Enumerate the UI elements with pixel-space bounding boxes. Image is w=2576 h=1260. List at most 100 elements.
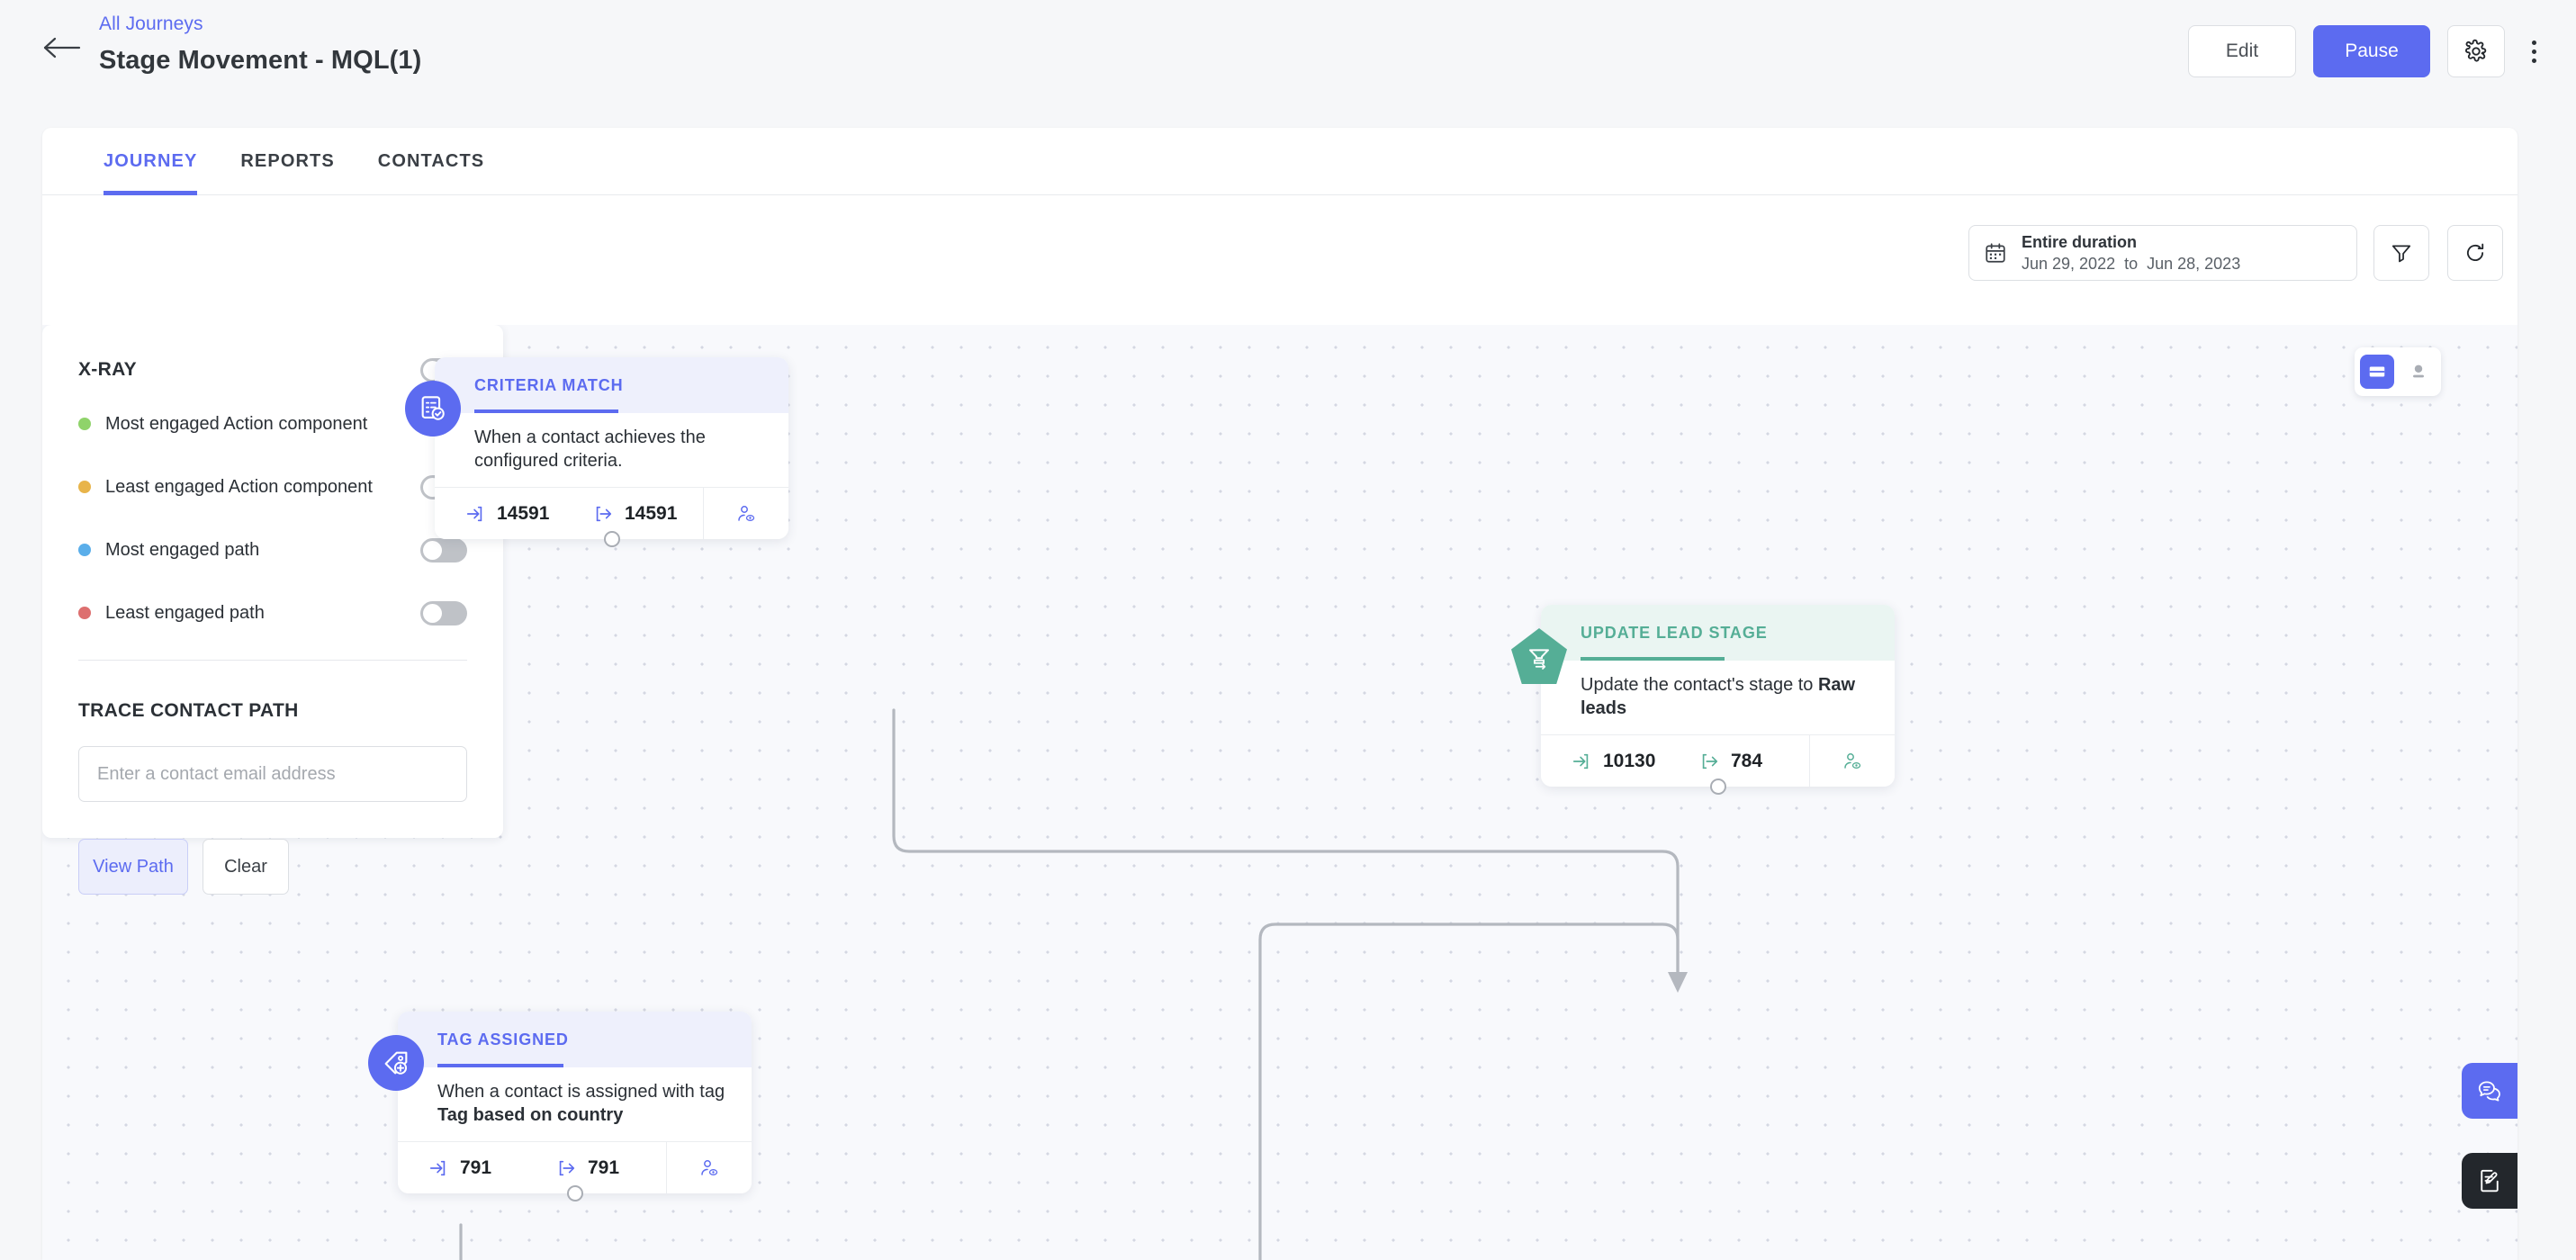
node-output-port[interactable] <box>1709 778 1726 795</box>
note-edit-icon <box>2481 1169 2499 1192</box>
stat-exited: 784 <box>1674 735 1809 787</box>
stat-entered: 791 <box>398 1142 531 1193</box>
node-update-lead-stage[interactable]: UPDATE LEAD STAGE Update the contact's s… <box>1511 605 1895 795</box>
chat-bubbles-icon <box>2478 1081 2500 1102</box>
node-title: UPDATE LEAD STAGE <box>1581 623 1768 642</box>
node-description: Update the contact's stage to Raw leads <box>1541 661 1895 734</box>
stat-exited: 14591 <box>568 488 703 539</box>
pause-button[interactable]: Pause <box>2313 25 2430 77</box>
xray-option-label: Least engaged Action component <box>105 476 373 497</box>
node-criteria-match[interactable]: CRITERIA MATCH When a contact achieves t… <box>405 357 788 547</box>
notes-button[interactable] <box>2462 1153 2517 1209</box>
stat-entered-value: 10130 <box>1603 750 1656 771</box>
journey-canvas[interactable]: X-RAY Most engaged Action component Leas… <box>42 325 2517 1260</box>
tab-contacts[interactable]: CONTACTS <box>378 128 484 195</box>
arrow-left-icon <box>43 37 81 58</box>
stat-exited-value: 791 <box>588 1156 620 1178</box>
arrow-enter-icon <box>466 506 482 521</box>
xray-option-label: Least engaged path <box>105 602 265 623</box>
tab-bar: JOURNEY REPORTS CONTACTS <box>42 128 2517 195</box>
person-view-icon <box>2413 364 2424 378</box>
stat-exited-value: 784 <box>1731 750 1763 771</box>
arrow-exit-icon <box>1702 753 1718 769</box>
stat-entered: 10130 <box>1541 735 1674 787</box>
checklist-check-icon <box>421 396 445 420</box>
gear-icon <box>2465 39 2487 62</box>
node-description: When a contact is assigned with tag Tag … <box>398 1067 752 1141</box>
legend-dot-green <box>78 418 91 430</box>
view-contacts-button[interactable] <box>1809 735 1895 787</box>
node-tag-assigned[interactable]: TAG ASSIGNED When a contact is assigned … <box>368 1012 752 1202</box>
legend-dot-yellow <box>78 481 91 493</box>
xray-toggle-most-engaged-path[interactable] <box>420 537 467 562</box>
more-options-button[interactable] <box>2518 25 2549 77</box>
xray-options: Most engaged Action component Least enga… <box>78 408 467 629</box>
user-eye-icon <box>738 505 755 521</box>
view-contacts-button[interactable] <box>666 1142 752 1193</box>
clear-button[interactable]: Clear <box>203 839 289 895</box>
settings-button[interactable] <box>2447 25 2505 77</box>
user-eye-icon <box>701 1159 718 1175</box>
card-view-icon <box>2369 366 2385 377</box>
card-view-button[interactable] <box>2360 355 2394 389</box>
header-actions: Edit Pause <box>2188 25 2549 77</box>
view-contacts-button[interactable] <box>703 488 788 539</box>
node-badge <box>405 381 461 436</box>
node-accent-bar <box>437 1064 563 1067</box>
node-accent-bar <box>1581 657 1725 661</box>
view-path-button[interactable]: View Path <box>78 839 188 895</box>
node-description: When a contact achieves the configured c… <box>435 413 788 487</box>
person-view-button[interactable] <box>2401 355 2436 389</box>
arrow-exit-icon <box>559 1160 575 1175</box>
filter-button[interactable] <box>2373 225 2429 281</box>
filter-icon <box>2391 245 2411 263</box>
user-eye-icon <box>1844 752 1861 769</box>
node-header: CRITERIA MATCH <box>435 357 788 413</box>
legend-dot-red <box>78 607 91 619</box>
connector-arrowhead <box>1668 972 1688 993</box>
xray-toggle-least-engaged-path[interactable] <box>420 600 467 626</box>
node-badge <box>368 1035 424 1091</box>
xray-option-least-engaged-action: Least engaged Action component <box>78 471 467 503</box>
stat-entered: 14591 <box>435 488 568 539</box>
refresh-button[interactable] <box>2447 225 2503 281</box>
xray-title: X-RAY <box>78 359 137 380</box>
stat-entered-value: 14591 <box>497 502 550 524</box>
node-title: TAG ASSIGNED <box>437 1030 569 1048</box>
trace-contact-path-title: TRACE CONTACT PATH <box>78 700 299 721</box>
node-description-text: Update the contact's stage to <box>1581 675 1818 695</box>
legend-dot-blue <box>78 544 91 556</box>
tag-plus-icon <box>384 1051 408 1075</box>
edit-button[interactable]: Edit <box>2188 25 2296 77</box>
app-header: All Journeys Stage Movement - MQL(1) Edi… <box>0 0 2576 128</box>
date-range-picker[interactable]: Entire duration Jun 29, 2022 to Jun 28, 20… <box>1968 225 2357 281</box>
kebab-menu-icon <box>2531 40 2536 45</box>
node-header: TAG ASSIGNED <box>398 1012 752 1067</box>
chat-support-button[interactable] <box>2462 1063 2517 1119</box>
node-title: CRITERIA MATCH <box>474 375 624 394</box>
tab-journey[interactable]: JOURNEY <box>104 128 197 195</box>
stat-entered-value: 791 <box>460 1156 492 1178</box>
xray-option-most-engaged-path: Most engaged path <box>78 534 467 566</box>
view-mode-toggle <box>2355 347 2441 396</box>
trace-actions: View Path Clear <box>78 839 467 895</box>
date-separator: to <box>2124 254 2139 273</box>
arrow-exit-icon <box>596 506 612 521</box>
tab-reports[interactable]: REPORTS <box>240 128 334 195</box>
node-output-port[interactable] <box>566 1185 583 1202</box>
content-card: JOURNEY REPORTS CONTACTS Entire duration… <box>42 128 2517 1260</box>
stat-exited: 791 <box>531 1142 666 1193</box>
contact-email-input[interactable] <box>78 746 467 802</box>
node-output-port[interactable] <box>603 531 620 547</box>
calendar-icon <box>1986 243 2005 263</box>
date-range-title: Entire duration <box>2022 232 2138 251</box>
breadcrumb-all-journeys[interactable]: All Journeys <box>99 13 421 36</box>
page-title: Stage Movement - MQL(1) <box>99 46 422 75</box>
date-to: Jun 28, 2023 <box>2147 254 2241 273</box>
panel-divider <box>78 660 467 661</box>
refresh-icon <box>2466 243 2484 261</box>
node-description-text: When a contact is assigned with tag <box>437 1082 725 1102</box>
arrow-enter-icon <box>429 1160 446 1175</box>
back-button[interactable] <box>43 34 83 61</box>
stat-exited-value: 14591 <box>625 502 678 524</box>
